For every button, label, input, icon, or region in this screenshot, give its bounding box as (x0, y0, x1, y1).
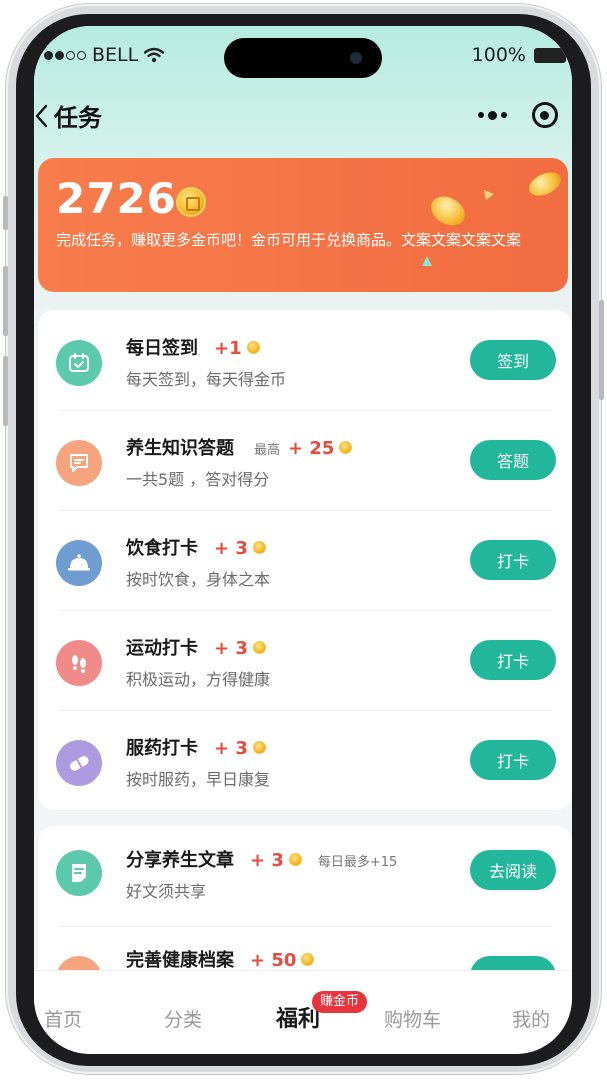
wifi-icon (144, 47, 165, 63)
task-reward: +1 (206, 338, 260, 359)
carrier-name: BELL (92, 44, 139, 66)
sparkle-icon (484, 190, 494, 200)
task-title: 运动打卡 (126, 638, 198, 659)
diet-checkin-button[interactable]: 打卡 (470, 540, 556, 580)
pill-icon (56, 740, 102, 786)
page-title: 任务 (54, 104, 102, 132)
task-subtitle: 好文须共享 (126, 882, 207, 901)
food-cloche-icon (56, 540, 102, 586)
task-row: 运动打卡 + 3 积极运动，方得健康 打卡 (38, 610, 572, 710)
tab-cart[interactable]: 购物车 (384, 1005, 441, 1032)
chevron-left-icon (35, 104, 48, 127)
coin-icon (246, 341, 260, 354)
task-title: 饮食打卡 (126, 538, 198, 559)
tab-category[interactable]: 分类 (164, 1005, 202, 1032)
task-row: 每日签到 +1 每天签到，每天得金币 签到 (38, 310, 572, 410)
task-title-row: 饮食打卡 + 3 (126, 534, 266, 560)
power-button (599, 300, 604, 400)
battery-percent: 100% (471, 44, 526, 66)
camera-icon (350, 52, 362, 64)
task-title: 养生知识答题 (126, 438, 234, 459)
volume-down-button (3, 356, 8, 426)
more-icon[interactable] (478, 110, 508, 120)
coin-icon (252, 741, 266, 754)
decorative-coin-icon (425, 190, 471, 232)
task-reward: + 3 (206, 538, 266, 559)
decorative-coin-icon (525, 167, 565, 201)
exercise-checkin-button[interactable]: 打卡 (470, 640, 556, 680)
screen: BELL 100% 任务 2726 完成任务，赚取更多金币吧！金币可用于兑换商品… (34, 26, 572, 1054)
volume-up-button (3, 266, 8, 336)
mini-program-capsule (466, 98, 570, 132)
coin-icon (288, 853, 302, 866)
battery-status: 100% (471, 44, 570, 66)
quiz-answer-icon (56, 440, 102, 486)
daily-limit-note: 每日最多+15 (317, 855, 398, 870)
close-miniprogram-icon[interactable] (531, 102, 558, 128)
task-subtitle: 积极运动，方得健康 (126, 670, 271, 689)
coin-icon (301, 953, 315, 966)
task-row: 分享养生文章 + 3 每日最多+15 好文须共享 去阅读 (38, 826, 572, 926)
coin-summary-banner: 2726 完成任务，赚取更多金币吧！金币可用于兑换商品。文案文案文案文案 (38, 158, 568, 292)
task-title: 服药打卡 (126, 738, 198, 759)
read-article-button[interactable]: 去阅读 (470, 850, 556, 890)
footprints-icon (56, 640, 102, 686)
daily-tasks-card: 每日签到 +1 每天签到，每天得金币 签到 养生知识答题 最高 + 25 一共5… (38, 310, 572, 810)
article-icon (56, 850, 102, 896)
dynamic-island (224, 38, 382, 78)
banner-description: 完成任务，赚取更多金币吧！金币可用于兑换商品。文案文案文案文案 (56, 231, 522, 249)
navigation-bar: 任务 (34, 90, 572, 142)
tab-mine[interactable]: 我的 (512, 1005, 550, 1032)
battery-icon (534, 47, 570, 63)
coin-balance: 2726 (56, 174, 177, 223)
coin-icon (252, 641, 266, 654)
status-bar: BELL 100% (34, 26, 572, 90)
checkin-button[interactable]: 签到 (470, 340, 556, 380)
coin-icon (176, 187, 206, 217)
earn-coins-badge: 赚金币 (312, 991, 368, 1013)
medicine-checkin-button[interactable]: 打卡 (470, 740, 556, 780)
task-reward: + 50 (242, 950, 315, 971)
task-subtitle: 按时服药，早日康复 (126, 770, 271, 789)
task-reward: + 3 (206, 738, 266, 759)
task-title-row: 每日签到 +1 (126, 334, 260, 360)
back-button[interactable]: 任务 (34, 98, 102, 133)
task-title-row: 养生知识答题 最高 + 25 (126, 434, 353, 460)
answer-quiz-button[interactable]: 答题 (470, 440, 556, 480)
sparkle-icon (422, 256, 432, 266)
task-title-row: 完善健康档案 + 50 (126, 946, 315, 972)
task-row: 饮食打卡 + 3 按时饮食，身体之本 打卡 (38, 510, 572, 610)
bottom-tab-bar: 首页 分类 福利 赚金币 购物车 我的 (34, 970, 572, 1054)
task-title-row: 服药打卡 + 3 (126, 734, 266, 760)
coin-icon (339, 441, 353, 454)
task-title: 完善健康档案 (126, 950, 234, 971)
task-title-row: 运动打卡 + 3 (126, 634, 266, 660)
tab-home[interactable]: 首页 (44, 1005, 82, 1032)
task-subtitle: 按时饮食，身体之本 (126, 570, 271, 589)
task-title: 分享养生文章 (126, 850, 234, 871)
task-row: 养生知识答题 最高 + 25 一共5题 ，答对得分 答题 (38, 410, 572, 510)
task-reward: + 3 (242, 850, 302, 871)
task-subtitle: 一共5题 ，答对得分 (126, 470, 270, 489)
task-reward: + 3 (206, 638, 266, 659)
signal-icon (44, 50, 86, 60)
task-subtitle: 每天签到，每天得金币 (126, 370, 287, 389)
mute-switch (3, 196, 8, 230)
task-title-row: 分享养生文章 + 3 每日最多+15 (126, 846, 397, 872)
task-title: 每日签到 (126, 338, 198, 359)
calendar-check-icon (56, 340, 102, 386)
task-row: 服药打卡 + 3 按时服药，早日康复 打卡 (38, 710, 572, 810)
task-reward: + 25 (288, 438, 353, 459)
reward-prefix: 最高 (254, 443, 281, 458)
coin-icon (252, 541, 266, 554)
carrier-info: BELL (44, 44, 165, 66)
